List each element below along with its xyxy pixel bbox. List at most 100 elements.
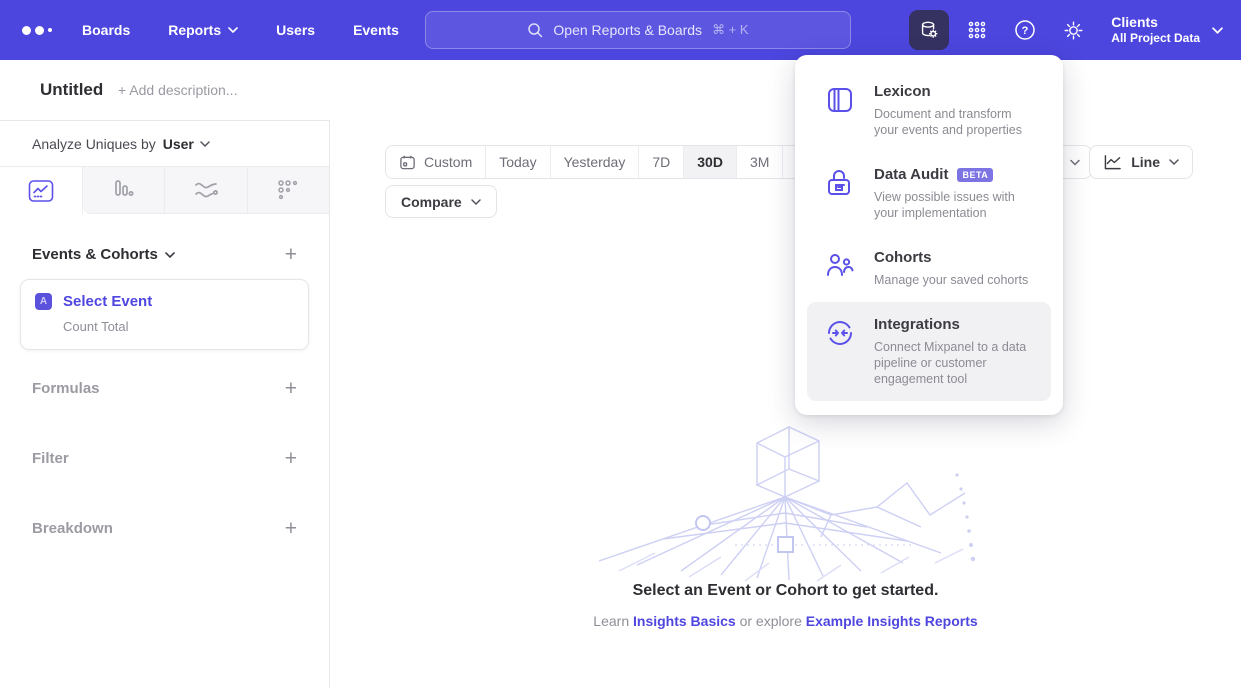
- compare-button[interactable]: Compare: [385, 185, 497, 218]
- data-management-button[interactable]: [909, 10, 949, 50]
- lexicon-icon: [825, 83, 855, 138]
- menu-item-title: Cohorts: [874, 249, 932, 266]
- tab-retention[interactable]: [248, 167, 330, 214]
- top-navigation: Boards Reports Users Events: [82, 22, 399, 38]
- query-sidebar: Analyze Uniques by User: [0, 120, 330, 688]
- nav-events[interactable]: Events: [353, 22, 399, 38]
- line-chart-icon: [1103, 154, 1122, 171]
- date-range-3m[interactable]: 3M: [737, 146, 783, 178]
- add-breakdown-button[interactable]: +: [285, 518, 297, 539]
- chart-style-label: Line: [1131, 154, 1160, 170]
- formulas-label: Formulas: [32, 380, 100, 397]
- bars-icon: [111, 178, 135, 202]
- menu-item-title: Data Audit: [874, 166, 948, 183]
- report-canvas: Custom Today Yesterday 7D 30D 3M 6M 12M …: [330, 60, 1241, 688]
- tab-insights[interactable]: [0, 167, 83, 214]
- nav-label: Reports: [168, 22, 221, 38]
- add-filter-button[interactable]: +: [285, 448, 297, 469]
- chevron-down-icon: [471, 199, 481, 205]
- nav-label: Boards: [82, 22, 130, 38]
- nav-label: Events: [353, 22, 399, 38]
- example-reports-link[interactable]: Example Insights Reports: [806, 613, 978, 629]
- events-cohorts-toggle[interactable]: Events & Cohorts: [32, 246, 175, 263]
- chevron-down-icon: [1070, 159, 1080, 166]
- middle-text: or explore: [740, 613, 802, 629]
- date-range-yesterday[interactable]: Yesterday: [551, 146, 640, 178]
- calendar-icon: [399, 154, 416, 171]
- empty-state-title: Select an Event or Cohort to get started…: [330, 582, 1241, 600]
- report-title[interactable]: Untitled: [40, 80, 103, 100]
- add-event-button[interactable]: +: [285, 244, 297, 265]
- apps-grid-button[interactable]: [957, 10, 997, 50]
- menu-item-description: Document and transform your events and p…: [874, 106, 1037, 138]
- project-selector[interactable]: Clients All Project Data: [1111, 13, 1223, 47]
- date-range-today[interactable]: Today: [486, 146, 550, 178]
- analyze-value-dropdown[interactable]: User: [163, 136, 210, 152]
- help-button[interactable]: ?: [1005, 10, 1045, 50]
- chart-type-tabs: [0, 167, 329, 214]
- database-gear-icon: [918, 19, 940, 41]
- chevron-down-icon: [1212, 27, 1223, 34]
- event-card[interactable]: A Select Event Count Total: [20, 279, 309, 350]
- learn-prefix: Learn: [593, 613, 629, 629]
- menu-item-description: View possible issues with your implement…: [874, 189, 1037, 221]
- nav-label: Users: [276, 22, 315, 38]
- insights-icon: [28, 179, 54, 203]
- nav-users[interactable]: Users: [276, 22, 315, 38]
- date-range-7d[interactable]: 7D: [639, 146, 684, 178]
- data-audit-icon: [825, 166, 855, 221]
- date-range-label: 3M: [750, 154, 769, 170]
- topbar-actions: ? Clients All Project Data: [909, 0, 1223, 60]
- date-range-label: Custom: [424, 154, 472, 170]
- gear-icon: [1063, 20, 1084, 41]
- date-range-30d[interactable]: 30D: [684, 146, 737, 178]
- events-cohorts-header: Events & Cohorts +: [20, 244, 309, 265]
- insights-basics-link[interactable]: Insights Basics: [633, 613, 736, 629]
- logo-dot: [48, 28, 52, 32]
- tab-funnels[interactable]: [83, 167, 166, 214]
- apps-grid-icon: [967, 20, 987, 40]
- event-letter-badge: A: [35, 293, 52, 310]
- select-event-button[interactable]: Select Event: [63, 293, 152, 310]
- chevron-down-icon: [165, 252, 175, 258]
- data-management-menu: Lexicon Document and transform your even…: [795, 55, 1063, 415]
- menu-item-integrations[interactable]: Integrations Connect Mixpanel to a data …: [807, 302, 1051, 401]
- add-formula-button[interactable]: +: [285, 378, 297, 399]
- mixpanel-logo[interactable]: [22, 23, 56, 37]
- settings-button[interactable]: [1053, 10, 1093, 50]
- menu-item-title: Integrations: [874, 316, 960, 333]
- compare-label: Compare: [401, 194, 462, 210]
- date-range-custom[interactable]: Custom: [386, 146, 486, 178]
- nav-boards[interactable]: Boards: [82, 22, 130, 38]
- menu-item-data-audit[interactable]: Data Audit BETA View possible issues wit…: [807, 152, 1051, 235]
- chevron-down-icon: [1169, 159, 1179, 165]
- analyze-value: User: [163, 136, 194, 152]
- nav-reports[interactable]: Reports: [168, 22, 238, 38]
- tab-flows[interactable]: [165, 167, 248, 214]
- section-filter: Filter +: [20, 444, 309, 472]
- search-placeholder: Open Reports & Boards: [553, 22, 702, 38]
- date-range-label: 7D: [652, 154, 670, 170]
- menu-item-lexicon[interactable]: Lexicon Document and transform your even…: [807, 69, 1051, 152]
- search-icon: [527, 22, 543, 38]
- date-range-label: 30D: [697, 154, 723, 170]
- chevron-down-icon: [200, 141, 210, 147]
- analyze-label: Analyze Uniques by: [32, 136, 156, 152]
- events-cohorts-label: Events & Cohorts: [32, 246, 158, 263]
- section-breakdown: Breakdown +: [20, 514, 309, 542]
- count-total-dropdown[interactable]: Count Total: [63, 319, 294, 334]
- menu-item-cohorts[interactable]: Cohorts Manage your saved cohorts: [807, 235, 1051, 302]
- integrations-icon: [825, 316, 855, 387]
- project-name: All Project Data: [1111, 31, 1200, 47]
- add-description-field[interactable]: + Add description...: [118, 82, 237, 98]
- section-formulas: Formulas +: [20, 374, 309, 402]
- search-shortcut: ⌘ + K: [712, 22, 749, 38]
- cohorts-icon: [825, 249, 855, 288]
- chart-style-button[interactable]: Line: [1089, 145, 1193, 179]
- sidebar-content: Events & Cohorts + A Select Event Count …: [0, 244, 329, 542]
- logo-dot: [35, 26, 44, 35]
- date-range-label: Today: [499, 154, 536, 170]
- filter-label: Filter: [32, 450, 69, 467]
- search-input[interactable]: Open Reports & Boards ⌘ + K: [425, 11, 851, 49]
- menu-item-description: Manage your saved cohorts: [874, 272, 1028, 288]
